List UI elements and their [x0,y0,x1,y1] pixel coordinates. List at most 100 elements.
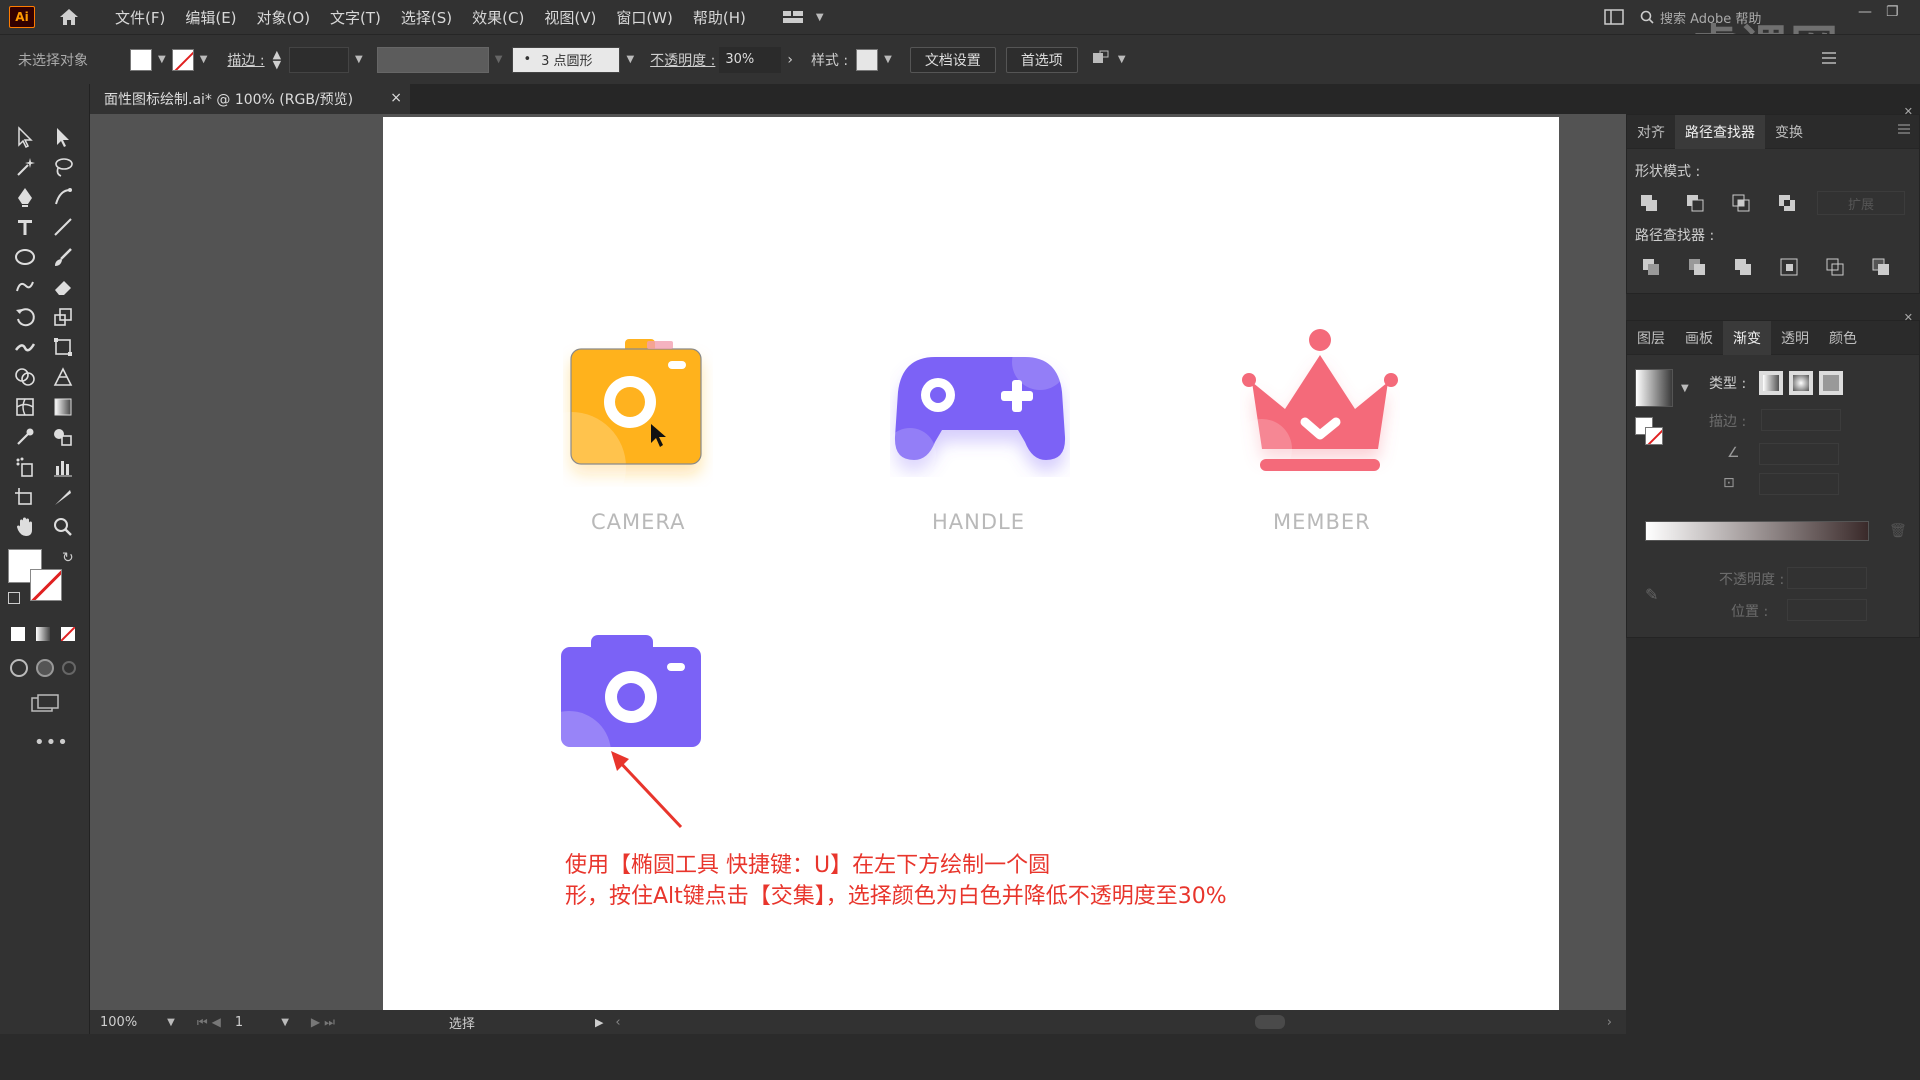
menu-help[interactable]: 帮助(H) [683,7,756,28]
tab-pathfinder[interactable]: 路径查找器 [1675,114,1765,149]
menu-view[interactable]: 视图(V) [534,7,606,28]
next-last-artboard-icons[interactable]: ▶⏭ [311,1015,339,1030]
menu-window[interactable]: 窗口(W) [606,7,683,28]
gradient-stroke-box[interactable] [1645,427,1663,445]
horizontal-scroll-thumb[interactable] [1255,1015,1285,1029]
type-tool-icon[interactable] [10,214,40,240]
help-search[interactable]: 搜索 Adobe 帮助 [1640,5,1805,29]
gradient-mode-icon[interactable] [36,627,50,641]
trim-icon[interactable] [1685,255,1709,279]
width-tool-icon[interactable] [10,334,40,360]
none-mode-icon[interactable] [61,627,75,641]
paintbrush-tool-icon[interactable] [48,244,78,270]
tab-align[interactable]: 对齐 [1627,115,1675,149]
rotate-tool-icon[interactable] [10,304,40,330]
brush-definition[interactable]: • 3 点圆形 [512,46,621,73]
blend-tool-icon[interactable] [48,424,78,450]
column-graph-tool-icon[interactable] [48,454,78,480]
scroll-left-icon[interactable]: ‹ [615,1015,620,1030]
variable-width-profile[interactable] [376,46,489,73]
ellipse-tool-icon[interactable] [10,244,40,270]
hand-tool-icon[interactable] [10,514,40,540]
freeform-gradient-icon[interactable] [1819,371,1843,395]
mesh-tool-icon[interactable] [10,394,40,420]
restore-icon[interactable]: ❐ [1886,4,1899,20]
document-setup-button[interactable]: 文档设置 [909,46,996,73]
opacity-field[interactable]: 30% [719,46,782,73]
exclude-icon[interactable] [1775,191,1799,215]
stroke-color-box[interactable] [30,569,62,601]
stroke-weight-field[interactable] [289,46,350,73]
opacity-label[interactable]: 不透明度 : [650,50,715,70]
shape-builder-tool-icon[interactable] [10,364,40,390]
more-tools-icon[interactable]: ••• [34,732,69,753]
arrange-docs-icon[interactable] [1604,9,1624,29]
draw-inside-icon[interactable] [62,661,76,675]
menu-type[interactable]: 文字(T) [320,7,391,28]
aspect-ratio-field[interactable] [1759,473,1839,495]
fill-swatch[interactable] [130,48,152,71]
zoom-dropdown-icon[interactable]: ▼ [167,1017,175,1028]
camera-yellow-icon[interactable] [563,337,713,487]
preferences-button[interactable]: 首选项 [1005,46,1078,73]
eyedropper-icon[interactable]: ✎ [1645,585,1658,604]
zoom-tool-icon[interactable] [48,514,78,540]
perspective-grid-tool-icon[interactable] [48,364,78,390]
artboard-dropdown-icon[interactable]: ▼ [281,1017,289,1028]
brush-dropdown-icon[interactable]: ▼ [626,54,634,65]
close-icon[interactable]: × [390,90,402,106]
merge-icon[interactable] [1731,255,1755,279]
tab-gradient[interactable]: 渐变 [1723,320,1771,355]
free-transform-tool-icon[interactable] [48,334,78,360]
menu-effect[interactable]: 效果(C) [462,7,534,28]
intersect-icon[interactable] [1729,191,1753,215]
outline-icon[interactable] [1823,255,1847,279]
panel-close-icon-2[interactable]: ✕ [1904,311,1913,324]
tab-transform[interactable]: 变换 [1765,115,1813,149]
eraser-tool-icon[interactable] [48,274,78,300]
graphic-style-swatch[interactable] [856,48,879,71]
default-colors-icon[interactable] [8,592,20,604]
tab-color[interactable]: 颜色 [1819,321,1867,355]
draw-behind-icon[interactable] [36,659,54,677]
stop-opacity-field[interactable] [1787,567,1867,589]
radial-gradient-icon[interactable] [1789,371,1813,395]
zoom-level[interactable]: 100% [100,1015,137,1030]
gamepad-purple-icon[interactable] [890,342,1070,477]
status-menu-icon[interactable]: ▶ [595,1016,603,1029]
stroke-stepper[interactable]: ▲ ▼ [273,49,281,70]
crop-icon[interactable] [1777,255,1801,279]
camera-purple-icon[interactable] [561,635,703,750]
scale-tool-icon[interactable] [48,304,78,330]
crown-red-icon[interactable] [1240,327,1400,487]
color-mode-icon[interactable] [11,627,25,641]
workspace-switcher[interactable]: ▼ [782,9,830,25]
lasso-tool-icon[interactable] [48,154,78,180]
menu-edit[interactable]: 编辑(E) [175,7,246,28]
artboard-number[interactable]: 1 [235,1015,243,1030]
unite-icon[interactable] [1637,191,1661,215]
stroke-gradient-options[interactable] [1761,409,1841,431]
artboard-tool-icon[interactable] [10,484,40,510]
stroke-dropdown-icon[interactable]: ▼ [200,54,208,65]
eyedropper-tool-icon[interactable] [10,424,40,450]
draw-normal-icon[interactable] [10,659,28,677]
gradient-preview-swatch[interactable] [1635,369,1673,407]
minimize-icon[interactable]: — [1858,4,1872,20]
linear-gradient-icon[interactable] [1759,371,1783,395]
menu-file[interactable]: 文件(F) [105,7,175,28]
home-icon[interactable] [55,3,83,31]
shaper-tool-icon[interactable] [10,274,40,300]
expand-button[interactable]: 扩展 [1817,191,1905,215]
arrange-dropdown-icon[interactable]: ▼ [1118,54,1126,65]
fill-dropdown-icon[interactable]: ▼ [158,54,166,65]
direct-selection-tool-icon[interactable] [48,124,78,150]
stroke-swatch[interactable] [171,48,194,71]
minus-front-icon[interactable] [1683,191,1707,215]
arrange-icon[interactable] [1092,50,1112,70]
symbol-sprayer-tool-icon[interactable] [10,454,40,480]
line-segment-tool-icon[interactable] [48,214,78,240]
menu-object[interactable]: 对象(O) [247,7,321,28]
scroll-right-icon[interactable]: › [1607,1015,1612,1030]
swap-fill-stroke-icon[interactable]: ↻ [62,550,74,566]
